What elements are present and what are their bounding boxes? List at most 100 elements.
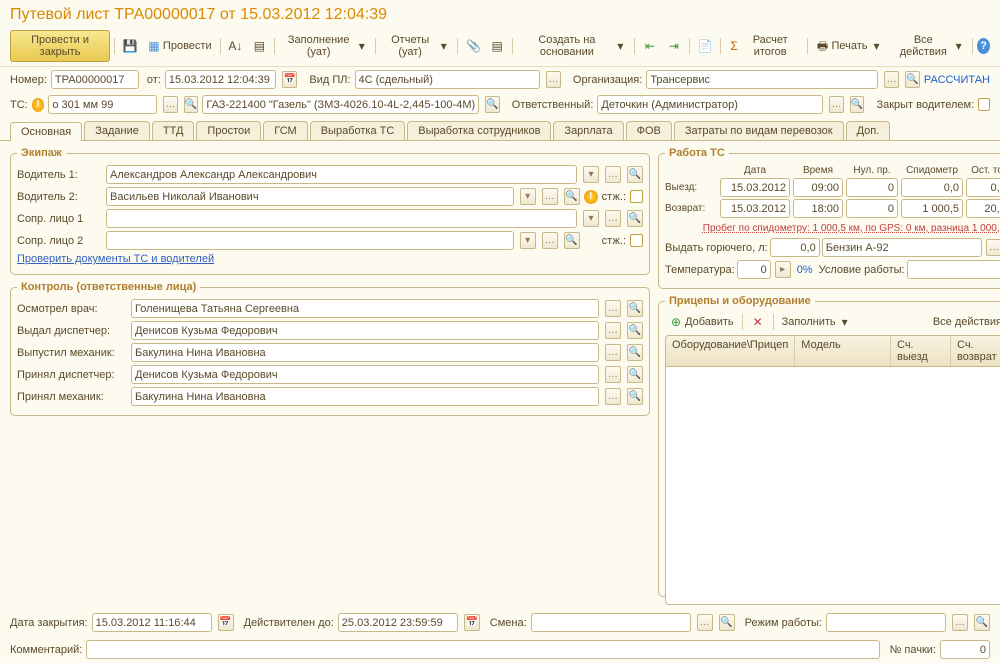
ts-input[interactable]: о 301 мм 99: [48, 95, 157, 114]
mode-input[interactable]: [826, 613, 946, 632]
cond-input[interactable]: [907, 260, 1000, 279]
org-search-icon[interactable]: 🔍: [905, 71, 920, 88]
fill-trailers-button[interactable]: Заполнить▾: [778, 313, 856, 331]
fuel-ellipsis-icon[interactable]: …: [986, 239, 1000, 256]
tab-gsm[interactable]: ГСМ: [263, 121, 307, 140]
notes-icon[interactable]: ▤: [486, 37, 508, 55]
tab-salary[interactable]: Зарплата: [553, 121, 623, 140]
from-date-input[interactable]: 15.03.2012 12:04:39: [165, 70, 277, 89]
out-time-input[interactable]: [793, 178, 843, 197]
all-actions-button[interactable]: Все действия▾: [892, 32, 969, 60]
fuel-type-input[interactable]: Бензин А-92: [822, 238, 982, 257]
trailers-table[interactable]: Оборудование\Прицеп Модель Сч. выезд Сч.…: [665, 335, 1000, 605]
fill-button[interactable]: Заполнение (уат)▾: [279, 32, 371, 60]
shift-search-icon[interactable]: 🔍: [719, 614, 735, 631]
valid-calendar-icon[interactable]: 📅: [464, 614, 480, 631]
disp-in-search-icon[interactable]: 🔍: [627, 366, 643, 383]
out-nul-input[interactable]: [846, 178, 898, 197]
tab-task[interactable]: Задание: [84, 121, 150, 140]
disp-in-input[interactable]: Денисов Кузьма Федорович: [131, 365, 599, 384]
ret-nul-input[interactable]: [846, 199, 898, 218]
sopr2-input[interactable]: [106, 231, 514, 250]
mech-out-search-icon[interactable]: 🔍: [627, 344, 643, 361]
disp-out-ellipsis-icon[interactable]: …: [605, 322, 621, 339]
sort-icon[interactable]: A↓: [224, 37, 246, 55]
ret-spido-input[interactable]: [901, 199, 963, 218]
driver1-input[interactable]: Александров Александр Александрович: [106, 165, 577, 184]
out-date-input[interactable]: [720, 178, 790, 197]
staj-sopr2-checkbox[interactable]: [630, 234, 643, 247]
sopr1-dropdown-icon[interactable]: ▾: [583, 210, 599, 227]
out-fuel-input[interactable]: [966, 178, 1000, 197]
submit-button[interactable]: ▦Провести: [143, 37, 216, 55]
tab-main[interactable]: Основная: [10, 122, 82, 141]
give-fuel-input[interactable]: [770, 238, 820, 257]
sopr2-dropdown-icon[interactable]: ▾: [520, 232, 536, 249]
col-out[interactable]: Сч. выезд: [891, 336, 951, 366]
driver1-dropdown-icon[interactable]: ▾: [583, 166, 599, 183]
mech-in-ellipsis-icon[interactable]: …: [605, 388, 621, 405]
valid-input[interactable]: 25.03.2012 23:59:59: [338, 613, 458, 632]
staj2-checkbox[interactable]: [630, 190, 643, 203]
mech-in-search-icon[interactable]: 🔍: [627, 388, 643, 405]
add-button[interactable]: ⊕Добавить: [665, 313, 738, 331]
tab-fov[interactable]: ФОВ: [626, 121, 672, 140]
list-icon[interactable]: ▤: [248, 37, 270, 55]
resp-ellipsis-icon[interactable]: …: [829, 96, 844, 113]
submit-close-button[interactable]: Провести и закрыть: [10, 30, 110, 62]
driver1-ellipsis-icon[interactable]: …: [605, 166, 621, 183]
attach-icon[interactable]: 📎: [462, 37, 484, 55]
trailers-all-actions-button[interactable]: Все действия▾: [929, 313, 1000, 331]
ret-date-input[interactable]: [720, 199, 790, 218]
tab-output-ts[interactable]: Выработка ТС: [310, 121, 406, 140]
driver2-search-icon[interactable]: 🔍: [564, 188, 580, 205]
mech-out-input[interactable]: Бакулина Нина Ивановна: [131, 343, 599, 362]
nav-icon-2[interactable]: ⇥: [663, 37, 685, 55]
create-based-button[interactable]: Создать на основании▾: [517, 32, 630, 60]
org-input[interactable]: Трансервис: [646, 70, 878, 89]
save-icon[interactable]: 💾: [119, 37, 141, 55]
vidpl-input[interactable]: 4С (сдельный): [355, 70, 540, 89]
tab-output-emp[interactable]: Выработка сотрудников: [407, 121, 551, 140]
ts-model-search-icon[interactable]: 🔍: [485, 96, 500, 113]
ts-search-icon[interactable]: 🔍: [184, 96, 199, 113]
disp-out-input[interactable]: Денисов Кузьма Федорович: [131, 321, 599, 340]
sopr2-ellipsis-icon[interactable]: …: [542, 232, 558, 249]
driver2-input[interactable]: Васильев Николай Иванович: [106, 187, 514, 206]
vidpl-ellipsis-icon[interactable]: …: [546, 71, 561, 88]
resp-search-icon[interactable]: 🔍: [850, 96, 865, 113]
mode-search-icon[interactable]: 🔍: [974, 614, 990, 631]
temp-input[interactable]: [737, 260, 771, 279]
ts-ellipsis-icon[interactable]: …: [163, 96, 178, 113]
calendar-icon[interactable]: 📅: [282, 71, 297, 88]
temp-spin-icon[interactable]: ▸: [775, 261, 791, 278]
closed-driver-checkbox[interactable]: [978, 98, 990, 111]
delete-icon[interactable]: ✕: [747, 313, 769, 331]
check-docs-link[interactable]: Проверить документы ТС и водителей: [17, 253, 214, 265]
mech-out-ellipsis-icon[interactable]: …: [605, 344, 621, 361]
tab-ttd[interactable]: ТТД: [152, 121, 195, 140]
comment-input[interactable]: [86, 640, 879, 659]
nav-icon-1[interactable]: ⇤: [639, 37, 661, 55]
close-date-calendar-icon[interactable]: 📅: [218, 614, 234, 631]
calc-totals-button[interactable]: ΣРасчет итогов: [724, 32, 802, 60]
doctor-input[interactable]: Голенищева Татьяна Сергеевна: [131, 299, 599, 318]
sopr1-input[interactable]: [106, 209, 577, 228]
shift-input[interactable]: [531, 613, 691, 632]
resp-input[interactable]: Деточкин (Администратор): [597, 95, 823, 114]
tab-costs[interactable]: Затраты по видам перевозок: [674, 121, 844, 140]
mileage-link[interactable]: Пробег по спидометру: 1 000,5 км, по GPS…: [703, 223, 1000, 234]
tab-extra[interactable]: Доп.: [846, 121, 891, 140]
shift-ellipsis-icon[interactable]: …: [697, 614, 713, 631]
driver2-ellipsis-icon[interactable]: …: [542, 188, 558, 205]
reports-button[interactable]: Отчеты (уат)▾: [380, 32, 453, 60]
tab-idle[interactable]: Простои: [196, 121, 261, 140]
doctor-ellipsis-icon[interactable]: …: [605, 300, 621, 317]
print-button[interactable]: 🖶Печать▾: [811, 37, 887, 55]
driver1-search-icon[interactable]: 🔍: [627, 166, 643, 183]
folder-icon[interactable]: 📄: [694, 37, 716, 55]
mech-in-input[interactable]: Бакулина Нина Ивановна: [131, 387, 599, 406]
sopr1-ellipsis-icon[interactable]: …: [605, 210, 621, 227]
ret-fuel-input[interactable]: [966, 199, 1000, 218]
out-spido-input[interactable]: [901, 178, 963, 197]
